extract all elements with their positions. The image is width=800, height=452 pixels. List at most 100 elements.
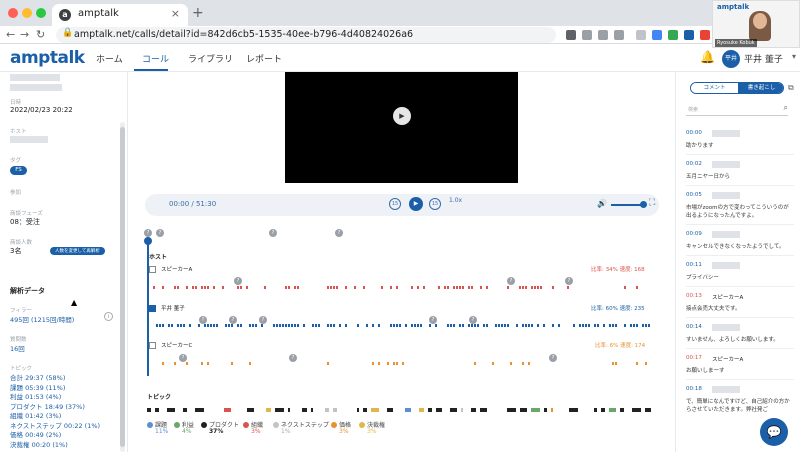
timeline-marker[interactable]: ?: [199, 316, 207, 324]
chevron-down-icon[interactable]: ▾: [792, 52, 796, 61]
rewind-icon[interactable]: 15: [389, 198, 401, 210]
legend-item[interactable]: 課題 11%: [147, 420, 168, 435]
timeline-marker[interactable]: ?: [335, 229, 343, 237]
fullscreen-icon[interactable]: ⛶: [649, 198, 655, 208]
list-item[interactable]: 決裁権 00:20 (1%): [10, 441, 100, 451]
translate-icon[interactable]: [582, 30, 592, 40]
video-player[interactable]: ▶: [285, 72, 518, 183]
timestamp[interactable]: 00:18: [686, 386, 702, 392]
legend-item[interactable]: 決裁権 3%: [359, 420, 385, 435]
tab-comment[interactable]: コメント: [691, 83, 738, 93]
volume-slider[interactable]: [611, 204, 643, 206]
timestamp[interactable]: 00:13: [686, 293, 702, 299]
bell-icon[interactable]: 🔔: [700, 50, 715, 64]
back-icon[interactable]: ←: [6, 28, 15, 41]
user-name[interactable]: 平井 董子: [744, 52, 783, 65]
timestamp[interactable]: 00:02: [686, 161, 702, 167]
key-icon[interactable]: [566, 30, 576, 40]
speaker-c-speech-track[interactable]: [147, 361, 652, 366]
list-item[interactable]: 利益 01:53 (4%): [10, 393, 100, 403]
list-item[interactable]: 価格 00:49 (2%): [10, 431, 100, 441]
list-item[interactable]: 課題 05:39 (11%): [10, 384, 100, 394]
timeline-marker[interactable]: ?: [565, 277, 573, 285]
filler-value[interactable]: 495回 (1215回/時間): [10, 314, 74, 324]
topic-timeline-bar[interactable]: [147, 408, 652, 412]
close-tab-icon[interactable]: ×: [171, 7, 180, 20]
timestamp[interactable]: 00:17: [686, 355, 702, 361]
list-item[interactable]: 合計 29:37 (58%): [10, 374, 100, 384]
nav-library[interactable]: ライブラリ: [188, 52, 233, 65]
speaker-checkbox[interactable]: [149, 342, 156, 349]
legend-item[interactable]: 組織 3%: [243, 420, 263, 435]
timeline-marker[interactable]: ?: [269, 229, 277, 237]
reload-icon[interactable]: ↻: [36, 28, 45, 41]
play-icon[interactable]: ▶: [393, 107, 411, 125]
amptalk-logo[interactable]: amptalk: [10, 48, 85, 68]
play-button[interactable]: ▶: [409, 197, 423, 211]
timestamp[interactable]: 00:05: [686, 192, 702, 198]
timeline-marker[interactable]: ?: [289, 354, 297, 362]
volume-slider-handle[interactable]: [640, 201, 647, 208]
reanalyze-button[interactable]: 人数を変更して再解析: [50, 247, 105, 255]
search-input[interactable]: 検索 ⌕: [686, 103, 788, 116]
timestamp[interactable]: 00:09: [686, 231, 702, 237]
legend-item[interactable]: プロダクト 37%: [201, 420, 239, 435]
list-item[interactable]: 組織 01:42 (3%): [10, 412, 100, 422]
host-speech-track[interactable]: [147, 323, 652, 328]
topic-segment: [480, 408, 487, 412]
timestamp[interactable]: 00:00: [686, 130, 702, 136]
maximize-window-button[interactable]: [36, 8, 46, 18]
extension-icon[interactable]: [652, 30, 662, 40]
close-window-button[interactable]: [8, 8, 18, 18]
list-item[interactable]: ネクストステップ 00:22 (1%): [10, 422, 100, 432]
timeline-marker[interactable]: ?: [429, 316, 437, 324]
timeline-marker[interactable]: ?: [507, 277, 515, 285]
volume-icon[interactable]: 🔊: [597, 199, 607, 208]
nav-report[interactable]: レポート: [246, 52, 282, 65]
speech-segment: [153, 286, 155, 289]
extension-icon[interactable]: [700, 30, 710, 40]
timestamp[interactable]: 00:11: [686, 262, 702, 268]
list-item[interactable]: プロダクト 18:49 (37%): [10, 403, 100, 413]
extension-icon[interactable]: [684, 30, 694, 40]
extension-icon[interactable]: [668, 30, 678, 40]
timeline-marker[interactable]: ?: [549, 354, 557, 362]
timeline-marker[interactable]: ?: [229, 316, 237, 324]
legend-swatch: [359, 422, 365, 428]
copy-icon[interactable]: ⧉: [788, 83, 794, 93]
speaker-checkbox[interactable]: [149, 305, 156, 312]
minimize-window-button[interactable]: [22, 8, 32, 18]
chat-support-button[interactable]: 💬: [760, 418, 788, 446]
timestamp[interactable]: 00:14: [686, 324, 702, 330]
timeline-marker[interactable]: ?: [144, 229, 152, 237]
forward-icon[interactable]: 15: [429, 198, 441, 210]
legend-item[interactable]: ネクストステップ 1%: [273, 420, 329, 435]
timeline-marker[interactable]: ?: [179, 354, 187, 362]
nav-calls[interactable]: コール: [142, 52, 169, 65]
tag-chip[interactable]: FS: [10, 166, 27, 175]
extension-icon[interactable]: [636, 30, 646, 40]
browser-tab[interactable]: a amptalk ×: [52, 4, 188, 26]
url-input[interactable]: 🔒 amptalk.net/calls/detail?id=842d6cb5-1…: [56, 27, 556, 43]
new-tab-icon[interactable]: +: [192, 5, 204, 21]
playback-speed[interactable]: 1.0x: [449, 197, 462, 204]
speaker-a-speech-track[interactable]: [147, 285, 652, 290]
legend-item[interactable]: 利益 4%: [174, 420, 194, 435]
bookmark-icon[interactable]: [614, 30, 624, 40]
timeline-marker[interactable]: ?: [259, 316, 267, 324]
scrollbar-thumb[interactable]: [120, 127, 125, 447]
timeline-marker[interactable]: ?: [234, 277, 242, 285]
info-icon[interactable]: i: [104, 312, 113, 321]
forward-icon[interactable]: →: [20, 28, 29, 41]
avatar[interactable]: 平井: [722, 50, 740, 68]
nav-home[interactable]: ホーム: [96, 52, 123, 65]
timeline-marker[interactable]: ?: [469, 316, 477, 324]
timeline-marker[interactable]: ?: [156, 229, 164, 237]
questions-value[interactable]: 16回: [10, 343, 25, 353]
redacted-speaker: [712, 161, 740, 168]
speaker-checkbox[interactable]: [149, 266, 156, 273]
share-icon[interactable]: [598, 30, 608, 40]
search-icon[interactable]: ⌕: [784, 103, 788, 113]
legend-item[interactable]: 価格 3%: [331, 420, 351, 435]
tab-transcript[interactable]: 書き起こし: [738, 83, 783, 93]
